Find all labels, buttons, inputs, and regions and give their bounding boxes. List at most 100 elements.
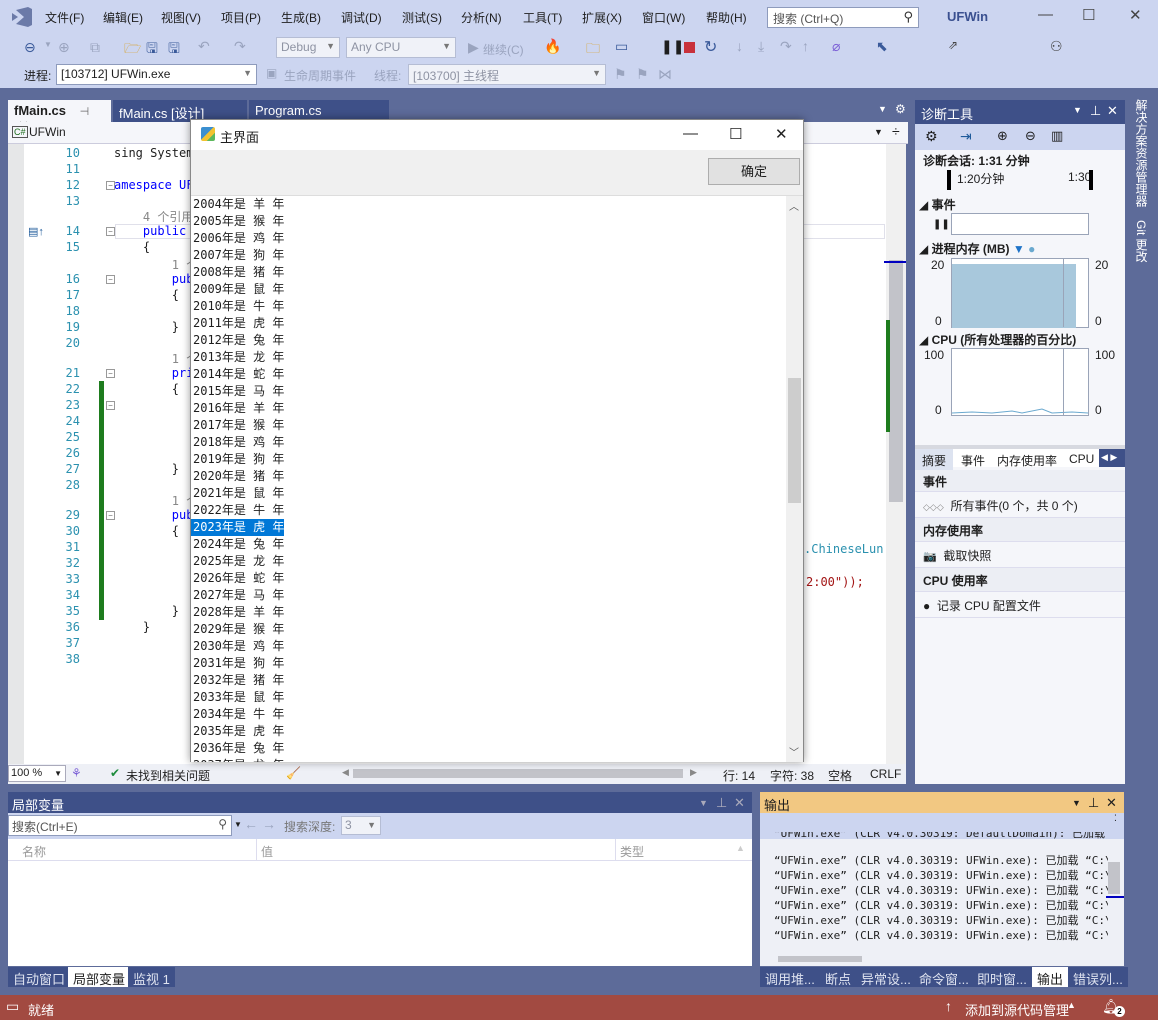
redo-icon[interactable]: ↷ xyxy=(234,38,246,55)
pin-icon[interactable]: ⊣ xyxy=(80,106,90,118)
project-dropdown[interactable]: UFWin xyxy=(29,125,66,139)
column-divider[interactable] xyxy=(256,839,257,861)
code-line[interactable]: publ xyxy=(114,272,201,286)
zoom-in-icon[interactable]: ⊕ xyxy=(997,128,1008,144)
zodiac-list-item[interactable]: 2012年是 兔 年 xyxy=(191,332,284,349)
bottom-tab[interactable]: 即时窗... xyxy=(972,967,1032,987)
zodiac-list-item[interactable]: 2032年是 猪 年 xyxy=(191,672,284,689)
record-cpu-item[interactable]: ● 记录 CPU 配置文件 xyxy=(915,592,1125,618)
collapse-toggle-icon[interactable]: − xyxy=(106,227,115,236)
chevron-down-icon[interactable]: ▼ xyxy=(234,820,242,829)
zodiac-list-item[interactable]: 2020年是 猪 年 xyxy=(191,468,284,485)
bottom-tab[interactable]: 调用堆... xyxy=(760,967,820,987)
zodiac-list-item[interactable]: 2006年是 鸡 年 xyxy=(191,230,284,247)
code-line[interactable]: } xyxy=(114,462,179,476)
chevron-down-icon[interactable]: ▼ xyxy=(878,104,887,114)
close-icon[interactable]: ✕ xyxy=(734,795,745,811)
continue-button[interactable]: 继续(C) xyxy=(483,41,524,58)
chevron-down-icon[interactable]: ▼ xyxy=(1072,798,1081,808)
code-line[interactable]: { xyxy=(114,524,179,538)
timeline-start-marker[interactable] xyxy=(947,170,951,190)
zodiac-list-item[interactable]: 2036年是 兔 年 xyxy=(191,740,284,757)
minimize-button[interactable]: — xyxy=(1038,6,1053,23)
cursor-icon[interactable]: ⬉ xyxy=(876,38,888,55)
list-scrollbar[interactable]: ︿ ﹀ xyxy=(786,196,803,762)
process-combo[interactable]: [103712] UFWin.exe ▼ xyxy=(56,64,257,85)
code-line[interactable]: { xyxy=(114,240,150,254)
gear-icon[interactable]: ⚙ xyxy=(895,102,906,116)
zodiac-list-item[interactable]: 2021年是 鼠 年 xyxy=(191,485,284,502)
bottom-tab[interactable]: 异常设... xyxy=(856,967,916,987)
zodiac-list-item[interactable]: 2034年是 牛 年 xyxy=(191,706,284,723)
zodiac-list-item[interactable]: 2018年是 鸡 年 xyxy=(191,434,284,451)
zodiac-list-item[interactable]: 2014年是 蛇 年 xyxy=(191,366,284,383)
step-over-icon[interactable]: ⤓ xyxy=(758,38,764,55)
horizontal-scrollbar[interactable] xyxy=(353,769,683,778)
dialog-maximize-button[interactable]: ☐ xyxy=(729,125,742,143)
pin-icon[interactable]: ⊥ xyxy=(1090,103,1101,119)
tab-fmain-cs[interactable]: fMain.cs ⊣ ✕ xyxy=(8,100,111,133)
menu-build[interactable]: 生成(B) xyxy=(281,9,321,26)
configuration-combo[interactable]: Debug ▼ xyxy=(276,37,340,58)
pause-icon[interactable]: ❚❚ xyxy=(661,38,684,55)
search-input[interactable]: 搜索 (Ctrl+Q) ⚲ xyxy=(767,7,919,28)
code-line[interactable]: 1 个 xyxy=(114,492,198,509)
code-line[interactable]: sing System xyxy=(114,146,193,160)
all-events-item[interactable]: ◇◇◇ 所有事件(0 个，共 0 个) xyxy=(915,492,1125,518)
play-icon[interactable]: ▶ xyxy=(468,39,479,56)
bottom-tab[interactable]: 错误列... xyxy=(1068,967,1128,987)
zodiac-list-item[interactable]: 2010年是 牛 年 xyxy=(191,298,284,315)
bottom-tab[interactable]: 局部变量 xyxy=(68,967,131,987)
scroll-down-icon[interactable]: ﹀ xyxy=(789,744,799,759)
thread-combo[interactable]: [103700] 主线程 ▼ xyxy=(408,64,606,85)
step-back-icon[interactable]: ↷ xyxy=(780,38,792,55)
menu-file[interactable]: 文件(F) xyxy=(45,9,84,26)
zodiac-list-item[interactable]: 2022年是 牛 年 xyxy=(191,502,284,519)
menu-help[interactable]: 帮助(H) xyxy=(706,9,747,26)
locals-search-input[interactable]: 搜索(Ctrl+E) ⚲ xyxy=(8,815,232,836)
forward-arrow-icon[interactable]: → xyxy=(262,816,276,832)
flag-threads-icon[interactable]: ⚑ xyxy=(636,66,649,83)
ok-button[interactable]: 确定 xyxy=(708,158,800,185)
window-layout-icon[interactable]: ▭ xyxy=(615,38,628,55)
menu-debug[interactable]: 调试(D) xyxy=(341,9,382,26)
undo-icon[interactable]: ↶ xyxy=(198,38,210,55)
navigate-back-icon[interactable]: ⊖ xyxy=(24,39,36,56)
code-line[interactable]: priv xyxy=(114,366,201,380)
pin-icon[interactable]: ⊥ xyxy=(716,795,727,811)
code-line[interactable]: } xyxy=(114,604,179,618)
menu-view[interactable]: 视图(V) xyxy=(161,9,201,26)
chevron-up-icon[interactable]: ▲ xyxy=(1067,1000,1076,1010)
zodiac-list-item[interactable]: 2035年是 虎 年 xyxy=(191,723,284,740)
output-scroll-thumb[interactable] xyxy=(1108,862,1120,894)
spaces-indicator[interactable]: 空格 xyxy=(828,767,852,784)
code-line[interactable]: 1 个 xyxy=(114,350,198,367)
chevron-down-icon[interactable]: ▼ xyxy=(1073,105,1082,115)
zodiac-list-item[interactable]: 2025年是 龙 年 xyxy=(191,553,284,570)
tab-events[interactable]: 事件 xyxy=(961,452,985,469)
code-line[interactable]: publ xyxy=(114,508,201,522)
menu-project[interactable]: 项目(P) xyxy=(221,9,261,26)
scroll-up-icon[interactable]: ︿ xyxy=(789,198,799,213)
code-line[interactable]: } xyxy=(114,320,179,334)
close-icon[interactable]: ✕ xyxy=(1106,795,1117,811)
zodiac-list-item[interactable]: 2009年是 鼠 年 xyxy=(191,281,284,298)
menu-extensions[interactable]: 扩展(X) xyxy=(582,9,622,26)
zodiac-list-item[interactable]: 2008年是 猪 年 xyxy=(191,264,284,281)
scroll-left-icon[interactable]: ◀ xyxy=(342,767,349,778)
stop-icon[interactable] xyxy=(684,42,695,53)
zodiac-list-item[interactable]: 2027年是 马 年 xyxy=(191,587,284,604)
zoom-out-icon[interactable]: ⊖ xyxy=(1025,128,1036,144)
zodiac-list-item[interactable]: 2030年是 鸡 年 xyxy=(191,638,284,655)
tab-cpu[interactable]: CPU xyxy=(1069,452,1094,466)
overflow-icon[interactable]: ⁚ xyxy=(1114,813,1117,824)
code-line[interactable]: { xyxy=(114,288,179,302)
tab-git-changes[interactable]: Git 更改 xyxy=(1133,220,1150,263)
save-icon[interactable]: 🖫 xyxy=(146,38,158,62)
chevron-down-icon[interactable]: ▼ xyxy=(874,127,883,137)
save-all-icon[interactable]: 🖫 xyxy=(168,38,180,62)
step-out-icon[interactable]: ↑ xyxy=(802,38,809,54)
close-icon[interactable]: ✕ xyxy=(1107,103,1118,119)
flag-icon[interactable]: ⚑ xyxy=(614,66,627,83)
find-in-files-icon[interactable]: 🗀 xyxy=(586,38,600,62)
